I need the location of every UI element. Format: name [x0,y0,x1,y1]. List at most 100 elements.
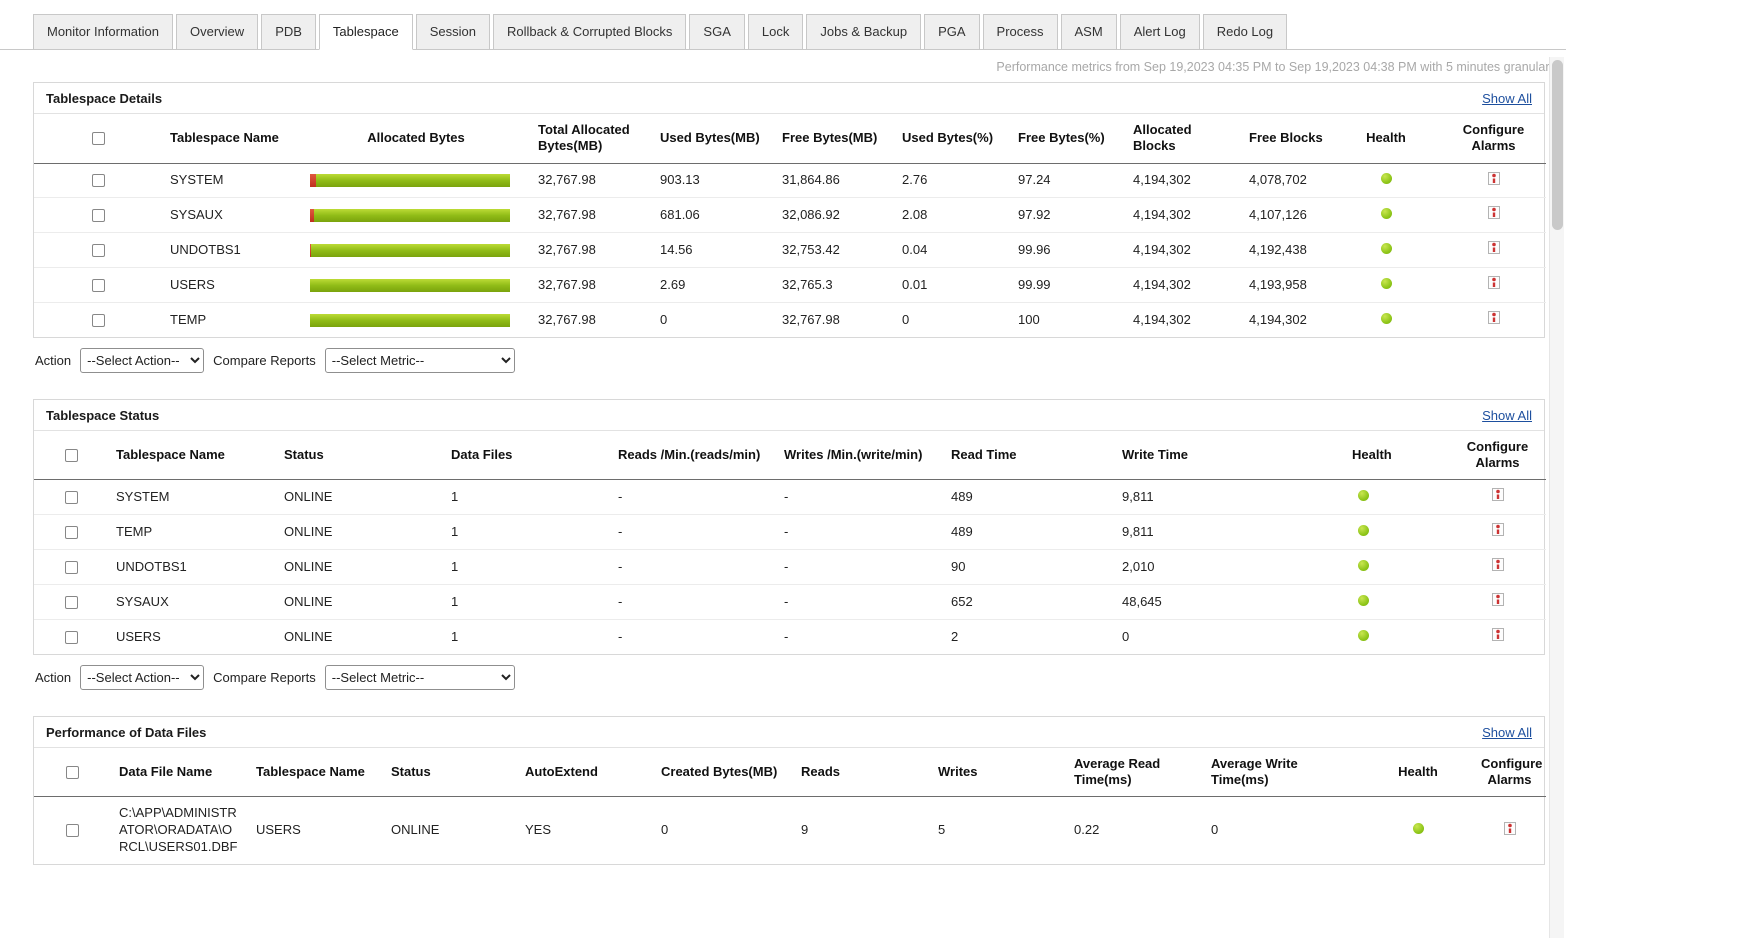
table-row: SYSAUX ONLINE 1 - - 652 48,645 [34,584,1546,621]
column-header: Configure Alarms [1441,114,1546,164]
configure-alarms-icon[interactable] [1487,171,1500,185]
row-select-checkbox[interactable] [64,491,78,505]
tab-redo-log[interactable]: Redo Log [1202,14,1288,50]
tab-tablespace[interactable]: Tablespace [318,14,413,50]
row-select-checkbox[interactable] [91,278,105,292]
select-all-checkbox[interactable] [91,132,105,146]
writes-min-value: - [776,514,943,551]
column-header: Total Allocated Bytes(MB) [530,114,652,164]
configure-alarms-icon[interactable] [1487,206,1500,220]
vertical-scrollbar[interactable] [1549,57,1564,938]
data-files-value: 1 [443,514,610,551]
health-status-icon[interactable] [1358,629,1369,641]
tab-sga[interactable]: SGA [689,14,745,50]
health-status-icon[interactable] [1380,242,1392,254]
free-pct-value: 99.99 [1010,267,1125,304]
free-pct-value: 97.24 [1010,163,1125,199]
compare-metric-select[interactable]: --Select Metric-- [324,664,515,690]
tablespace-name: USERS [162,267,302,304]
tab-rollback-corrupted-blocks[interactable]: Rollback & Corrupted Blocks [492,14,687,50]
tab-process[interactable]: Process [982,14,1058,50]
column-header: Reads [793,747,930,798]
column-header: Tablespace Name [248,747,383,798]
row-select-checkbox[interactable] [64,630,78,644]
configure-alarms-icon[interactable] [1487,311,1500,325]
tab-asm[interactable]: ASM [1060,14,1117,50]
allocated-blocks-value: 4,194,302 [1125,163,1241,199]
column-header: Status [383,747,517,798]
row-select-checkbox[interactable] [66,824,79,838]
configure-alarms-icon[interactable] [1491,593,1504,607]
health-status-icon[interactable] [1380,312,1392,324]
tab-session[interactable]: Session [415,14,490,50]
tablespace-name: USERS [116,628,161,644]
page: Monitor Information Overview PDB Tablesp… [0,0,1566,938]
action-select[interactable]: --Select Action-- [80,347,205,373]
row-select-checkbox[interactable] [91,313,105,327]
table-header-row: Tablespace Name Allocated Bytes Total Al… [34,114,1546,164]
writes-min-value: - [776,549,943,586]
free-bytes-value: 32,086.92 [774,197,894,234]
configure-alarms-icon[interactable] [1491,628,1504,642]
tab-lock[interactable]: Lock [747,14,804,50]
row-select-checkbox[interactable] [64,560,78,574]
show-all-link[interactable]: Show All [1482,408,1532,423]
table-row: SYSAUX 32,767.98 681.06 32,086.92 2.08 9… [34,197,1546,234]
tab-monitor-information[interactable]: Monitor Information [33,14,173,50]
column-header: Data File Name [111,747,248,798]
show-all-link[interactable]: Show All [1482,725,1532,740]
panel-title: Performance of Data Files [46,724,207,740]
used-bytes-bar-segment [310,208,315,222]
reads-min-value: - [610,514,776,551]
scrollbar-thumb[interactable] [1552,60,1563,230]
row-select-checkbox[interactable] [64,525,78,539]
panel-title: Tablespace Status [46,407,160,423]
configure-alarms-icon[interactable] [1491,488,1504,502]
configure-alarms-icon[interactable] [1503,821,1516,835]
tablespace-status-header: Tablespace Status Show All [34,400,1544,431]
health-status-icon[interactable] [1358,489,1369,501]
health-status-icon[interactable] [1412,823,1424,835]
configure-alarms-icon[interactable] [1491,523,1504,537]
health-status-icon[interactable] [1380,277,1392,289]
select-all-checkbox[interactable] [64,449,78,463]
allocated-bytes-bar [310,208,510,222]
action-select[interactable]: --Select Action-- [80,664,205,690]
configure-alarms-icon[interactable] [1487,276,1500,290]
used-bytes-value: 14.56 [652,232,774,269]
health-status-icon[interactable] [1358,524,1369,536]
free-blocks-value: 4,078,702 [1241,163,1331,199]
tab-pga[interactable]: PGA [924,14,980,50]
tab-overview[interactable]: Overview [176,14,259,50]
column-header: Free Bytes(MB) [774,114,894,164]
row-select-checkbox[interactable] [91,208,105,222]
health-status-icon[interactable] [1380,173,1392,184]
total-allocated-value: 32,767.98 [530,232,652,269]
compare-metric-select[interactable]: --Select Metric-- [324,347,515,373]
table-row: USERS 32,767.98 2.69 32,765.3 0.01 99.99… [34,267,1546,304]
allocated-blocks-value: 4,194,302 [1125,197,1241,234]
row-select-checkbox[interactable] [91,243,105,257]
health-status-icon[interactable] [1358,594,1369,606]
column-header: Used Bytes(%) [894,114,1010,164]
configure-alarms-icon[interactable] [1491,558,1504,572]
action-label: Action [35,669,72,685]
row-select-checkbox[interactable] [91,174,105,188]
health-status-icon[interactable] [1358,559,1369,571]
free-blocks-value: 4,192,438 [1241,232,1331,269]
tab-pdb[interactable]: PDB [261,14,316,50]
allocated-blocks-value: 4,194,302 [1125,267,1241,304]
free-blocks-value: 4,193,958 [1241,267,1331,304]
details-action-row: Action --Select Action-- Compare Reports… [35,347,1566,373]
data-files-value: 1 [443,549,610,586]
configure-alarms-icon[interactable] [1487,241,1500,255]
show-all-link[interactable]: Show All [1482,91,1532,106]
used-bytes-value: 0 [660,311,668,327]
select-all-checkbox[interactable] [66,766,79,780]
health-status-icon[interactable] [1380,207,1392,219]
tab-jobs-backup[interactable]: Jobs & Backup [806,14,922,50]
row-select-checkbox[interactable] [64,595,78,609]
tab-alert-log[interactable]: Alert Log [1119,14,1200,50]
write-time-value: 2,010 [1114,549,1344,586]
table-row: UNDOTBS1 ONLINE 1 - - 90 2,010 [34,549,1546,586]
